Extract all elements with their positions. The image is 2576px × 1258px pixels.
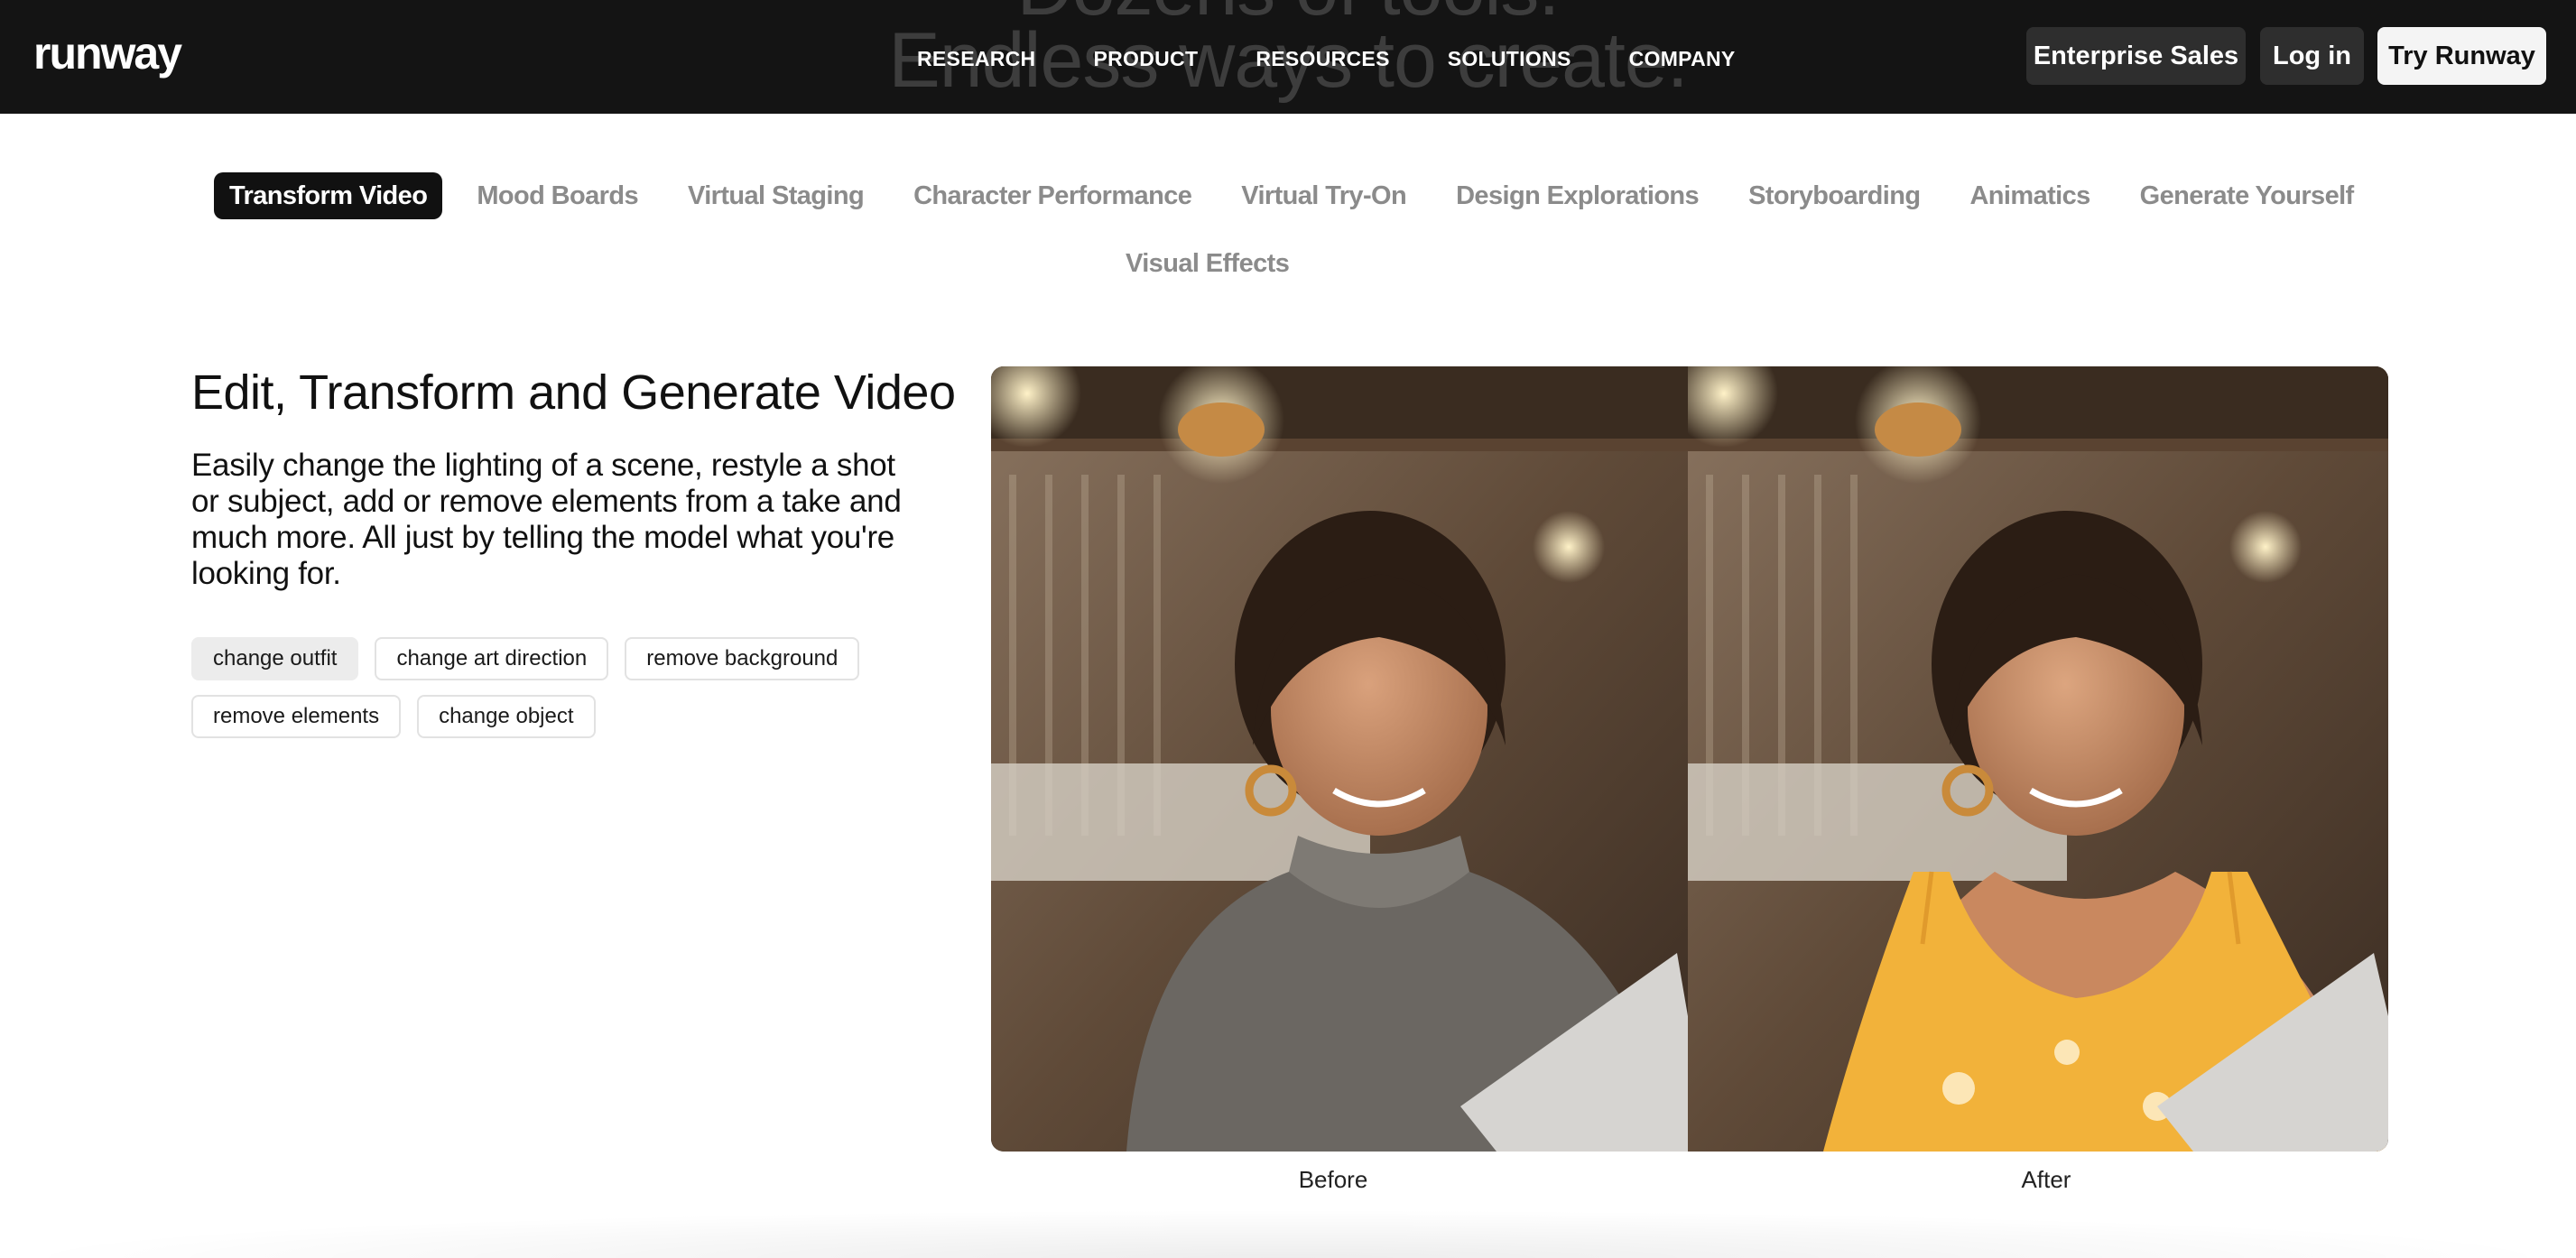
nav-item-research[interactable]: RESEARCH xyxy=(917,43,1035,74)
prompt-chips: change outfit change art direction remov… xyxy=(191,637,913,738)
login-button[interactable]: Log in xyxy=(2260,27,2364,85)
chip-change-object[interactable]: change object xyxy=(417,695,596,738)
next-section-shadow xyxy=(0,1209,2576,1258)
after-image xyxy=(1688,366,2388,1152)
before-after-comparison[interactable] xyxy=(991,366,2388,1152)
nav-item-resources[interactable]: RESOURCES xyxy=(1256,43,1389,74)
tab-character-performance[interactable]: Character Performance xyxy=(898,172,1207,219)
tab-design-explorations[interactable]: Design Explorations xyxy=(1441,172,1714,219)
tab-virtual-try-on[interactable]: Virtual Try-On xyxy=(1226,172,1422,219)
chip-remove-background[interactable]: remove background xyxy=(625,637,860,680)
section-description: Easily change the lighting of a scene, r… xyxy=(191,448,902,591)
after-caption: After xyxy=(2021,1166,2071,1193)
section-title: Edit, Transform and Generate Video xyxy=(191,365,956,420)
nav-item-company[interactable]: COMPANY xyxy=(1629,43,1736,74)
main-nav: RESEARCH PRODUCT RESOURCES SOLUTIONS COM… xyxy=(917,43,1736,74)
enterprise-sales-button[interactable]: Enterprise Sales xyxy=(2026,27,2246,85)
chip-change-art-direction[interactable]: change art direction xyxy=(375,637,609,680)
tab-virtual-staging[interactable]: Virtual Staging xyxy=(672,172,879,219)
use-case-tabs: Transform Video Mood Boards Virtual Stag… xyxy=(214,172,2369,219)
chip-change-outfit[interactable]: change outfit xyxy=(191,637,359,680)
tab-transform-video[interactable]: Transform Video xyxy=(214,172,443,219)
before-image xyxy=(991,366,1688,1152)
site-header: Dozens of tools. Endless ways to create.… xyxy=(0,0,2576,114)
try-runway-button[interactable]: Try Runway xyxy=(2377,27,2546,85)
chip-remove-elements[interactable]: remove elements xyxy=(191,695,402,738)
before-caption: Before xyxy=(1298,1166,1368,1193)
nav-item-solutions[interactable]: SOLUTIONS xyxy=(1448,43,1571,74)
runway-logo[interactable]: runway xyxy=(33,25,182,81)
tab-visual-effects[interactable]: Visual Effects xyxy=(1110,240,1304,287)
tab-mood-boards[interactable]: Mood Boards xyxy=(461,172,653,219)
nav-item-product[interactable]: PRODUCT xyxy=(1093,43,1198,74)
tab-generate-yourself[interactable]: Generate Yourself xyxy=(2125,172,2369,219)
tab-animatics[interactable]: Animatics xyxy=(1954,172,2105,219)
tab-storyboarding[interactable]: Storyboarding xyxy=(1733,172,1935,219)
